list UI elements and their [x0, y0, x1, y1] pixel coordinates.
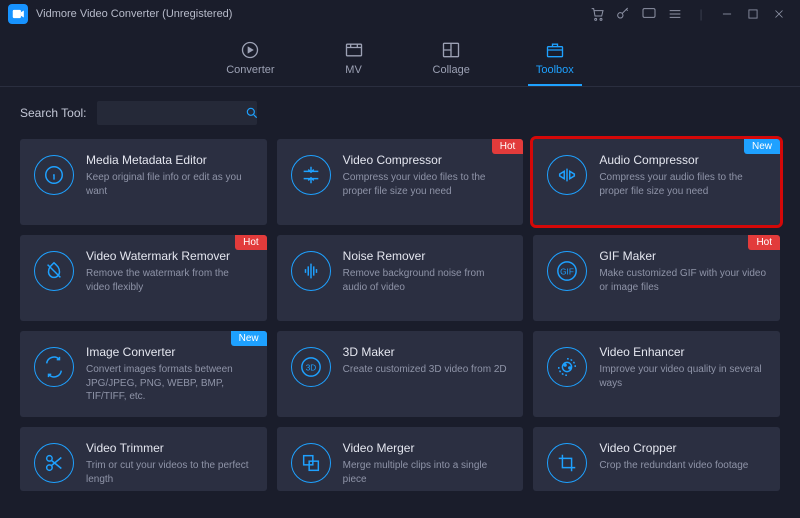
toolbox-icon: [542, 40, 568, 60]
compress-icon: [291, 155, 331, 195]
info-icon: [34, 155, 74, 195]
maximize-button[interactable]: [740, 1, 766, 27]
tool-image-converter[interactable]: New Image Converter Convert images forma…: [20, 331, 267, 417]
menu-icon[interactable]: [662, 1, 688, 27]
tool-media-metadata-editor[interactable]: Media Metadata Editor Keep original file…: [20, 139, 267, 225]
tab-label: Converter: [226, 64, 274, 76]
audio-compress-icon: [547, 155, 587, 195]
tab-label: Toolbox: [536, 64, 574, 76]
tool-desc: Merge multiple clips into a single piece: [343, 459, 512, 486]
tool-title: Video Watermark Remover: [86, 249, 255, 263]
tool-title: GIF Maker: [599, 249, 768, 263]
tool-title: Video Trimmer: [86, 441, 255, 455]
tab-label: MV: [345, 64, 362, 76]
crop-icon: [547, 443, 587, 483]
search-box[interactable]: [97, 101, 257, 125]
tool-title: Image Converter: [86, 345, 255, 359]
hot-badge: Hot: [748, 235, 780, 250]
tool-video-merger[interactable]: Video Merger Merge multiple clips into a…: [277, 427, 524, 491]
tool-title: Video Compressor: [343, 153, 512, 167]
tool-desc: Convert images formats between JPG/JPEG,…: [86, 363, 255, 404]
gif-icon: GIF: [547, 251, 587, 291]
main-tabs: Converter MV Collage Toolbox: [0, 28, 800, 87]
new-badge: New: [231, 331, 267, 346]
noise-icon: [291, 251, 331, 291]
tab-collage[interactable]: Collage: [425, 34, 478, 86]
tool-title: Video Enhancer: [599, 345, 768, 359]
tool-desc: Crop the redundant video footage: [599, 459, 748, 473]
close-button[interactable]: [766, 1, 792, 27]
tool-desc: Remove the watermark from the video flex…: [86, 267, 255, 294]
converter-icon: [237, 40, 263, 60]
divider: |: [688, 1, 714, 27]
tab-mv[interactable]: MV: [333, 34, 375, 86]
tool-title: Noise Remover: [343, 249, 512, 263]
app-logo-icon: [8, 4, 28, 24]
merge-icon: [291, 443, 331, 483]
tool-desc: Trim or cut your videos to the perfect l…: [86, 459, 255, 486]
tool-noise-remover[interactable]: Noise Remover Remove background noise fr…: [277, 235, 524, 321]
tool-3d-maker[interactable]: 3D 3D Maker Create customized 3D video f…: [277, 331, 524, 417]
titlebar: Vidmore Video Converter (Unregistered) |: [0, 0, 800, 28]
feedback-icon[interactable]: [636, 1, 662, 27]
tool-desc: Compress your audio files to the proper …: [599, 171, 768, 198]
trim-icon: [34, 443, 74, 483]
tool-desc: Compress your video files to the proper …: [343, 171, 512, 198]
minimize-button[interactable]: [714, 1, 740, 27]
watermark-icon: [34, 251, 74, 291]
tool-gif-maker[interactable]: Hot GIF GIF Maker Make customized GIF wi…: [533, 235, 780, 321]
tool-title: 3D Maker: [343, 345, 507, 359]
hot-badge: Hot: [235, 235, 267, 250]
search-input[interactable]: [103, 107, 245, 119]
app-title: Vidmore Video Converter (Unregistered): [36, 8, 232, 20]
tool-title: Video Cropper: [599, 441, 748, 455]
svg-text:3D: 3D: [305, 364, 316, 373]
svg-text:GIF: GIF: [560, 268, 574, 277]
tool-watermark-remover[interactable]: Hot Video Watermark Remover Remove the w…: [20, 235, 267, 321]
key-icon[interactable]: [610, 1, 636, 27]
tab-label: Collage: [433, 64, 470, 76]
search-row: Search Tool:: [0, 87, 800, 135]
mv-icon: [341, 40, 367, 60]
tool-video-enhancer[interactable]: Video Enhancer Improve your video qualit…: [533, 331, 780, 417]
tool-desc: Improve your video quality in several wa…: [599, 363, 768, 390]
collage-icon: [438, 40, 464, 60]
tool-video-cropper[interactable]: Video Cropper Crop the redundant video f…: [533, 427, 780, 491]
tool-grid: Media Metadata Editor Keep original file…: [0, 135, 800, 491]
tool-desc: Keep original file info or edit as you w…: [86, 171, 255, 198]
cart-icon[interactable]: [584, 1, 610, 27]
tool-title: Media Metadata Editor: [86, 153, 255, 167]
tool-video-compressor[interactable]: Hot Video Compressor Compress your video…: [277, 139, 524, 225]
tab-toolbox[interactable]: Toolbox: [528, 34, 582, 86]
image-convert-icon: [34, 347, 74, 387]
tool-desc: Make customized GIF with your video or i…: [599, 267, 768, 294]
search-icon[interactable]: [245, 106, 259, 120]
tool-desc: Create customized 3D video from 2D: [343, 363, 507, 377]
tool-title: Video Merger: [343, 441, 512, 455]
3d-icon: 3D: [291, 347, 331, 387]
tool-title: Audio Compressor: [599, 153, 768, 167]
tool-audio-compressor[interactable]: New Audio Compressor Compress your audio…: [533, 139, 780, 225]
search-label: Search Tool:: [20, 106, 87, 120]
tool-video-trimmer[interactable]: Video Trimmer Trim or cut your videos to…: [20, 427, 267, 491]
enhance-icon: [547, 347, 587, 387]
tab-converter[interactable]: Converter: [218, 34, 282, 86]
new-badge: New: [744, 139, 780, 154]
hot-badge: Hot: [492, 139, 524, 154]
tool-desc: Remove background noise from audio of vi…: [343, 267, 512, 294]
